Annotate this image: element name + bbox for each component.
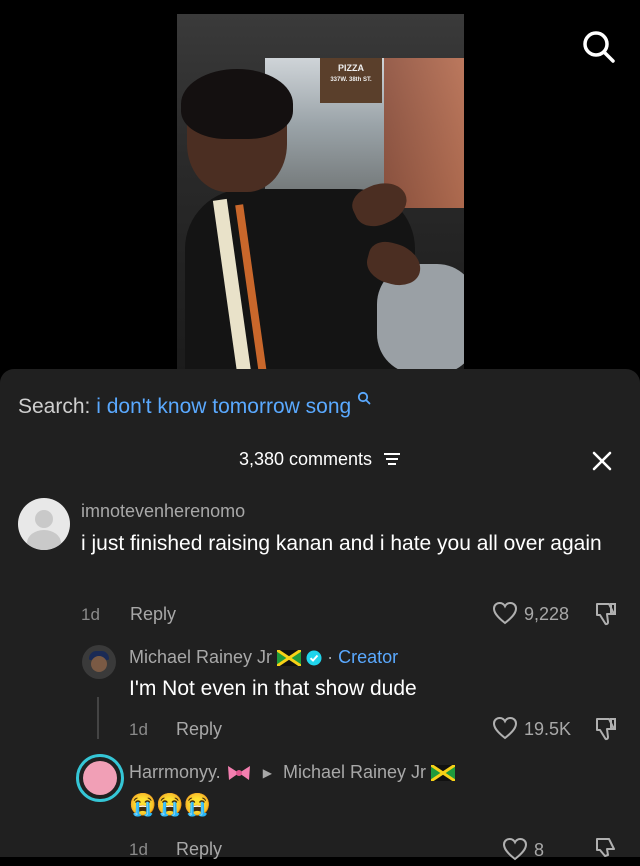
reply-arrow-icon: ▶ bbox=[262, 766, 272, 781]
jamaica-flag-icon bbox=[277, 650, 302, 667]
close-icon[interactable] bbox=[590, 449, 614, 473]
comment-text: i just finished raising kanan and i hate… bbox=[81, 532, 602, 555]
like-count: 8 bbox=[534, 840, 545, 860]
comment-age: 1d bbox=[129, 720, 148, 739]
dislike-icon[interactable] bbox=[594, 601, 618, 632]
video-area[interactable]: PIZZA 337W. 38th ST. bbox=[0, 0, 640, 372]
like-count: 9,228 bbox=[524, 604, 570, 624]
search-suggestion[interactable]: Search: i don't know tomorrow song bbox=[18, 391, 371, 419]
heart-icon[interactable] bbox=[492, 601, 518, 630]
storefront-text: PIZZA bbox=[338, 63, 364, 73]
avatar[interactable] bbox=[76, 754, 124, 802]
reply-button[interactable]: Reply bbox=[176, 719, 222, 740]
jamaica-flag-icon bbox=[431, 765, 456, 782]
comment-count: 3,380 comments bbox=[238, 449, 373, 469]
sort-icon[interactable] bbox=[383, 450, 401, 471]
reply-button[interactable]: Reply bbox=[130, 604, 176, 625]
dislike-icon[interactable] bbox=[594, 836, 618, 862]
comments-header: 3,380 comments bbox=[0, 449, 640, 473]
heart-icon[interactable] bbox=[502, 837, 528, 866]
comment-text: I'm Not even in that show dude bbox=[129, 677, 417, 700]
comment-age: 1d bbox=[129, 840, 148, 859]
avatar[interactable] bbox=[82, 645, 116, 679]
avatar[interactable] bbox=[18, 498, 70, 550]
search-query-link[interactable]: i don't know tomorrow song bbox=[96, 395, 351, 418]
heart-icon[interactable] bbox=[492, 716, 518, 745]
verified-icon bbox=[306, 650, 322, 666]
search-label: Search: bbox=[18, 395, 91, 418]
creator-badge: Creator bbox=[338, 647, 399, 667]
storefront-sub: 337W. 38th ST. bbox=[330, 77, 372, 83]
comment-username-row: Harrmonyy. ▶ Michael Rainey Jr bbox=[129, 762, 456, 783]
comment-username[interactable]: imnotevenherenomo bbox=[81, 501, 245, 522]
video-thumbnail[interactable]: PIZZA 337W. 38th ST. bbox=[177, 14, 464, 372]
pink-bow-icon bbox=[227, 766, 250, 781]
thread-line bbox=[97, 697, 99, 739]
dislike-icon[interactable] bbox=[594, 716, 618, 747]
comment-username[interactable]: Michael Rainey Jr bbox=[129, 647, 272, 667]
comment-username[interactable]: Harrmonyy. bbox=[129, 762, 221, 782]
car-window: PIZZA 337W. 38th ST. bbox=[265, 58, 464, 208]
comment-username-row: Michael Rainey Jr · Creator bbox=[129, 647, 399, 667]
search-icon bbox=[357, 391, 371, 405]
comment-age: 1d bbox=[81, 605, 100, 624]
search-icon[interactable] bbox=[580, 28, 618, 66]
comment-text: 😭😭😭 bbox=[129, 792, 212, 817]
storefront-sign: PIZZA 337W. 38th ST. bbox=[320, 58, 382, 103]
person-hair bbox=[181, 69, 293, 139]
like-count: 19.5K bbox=[524, 719, 572, 739]
reply-to-username[interactable]: Michael Rainey Jr bbox=[283, 762, 426, 782]
